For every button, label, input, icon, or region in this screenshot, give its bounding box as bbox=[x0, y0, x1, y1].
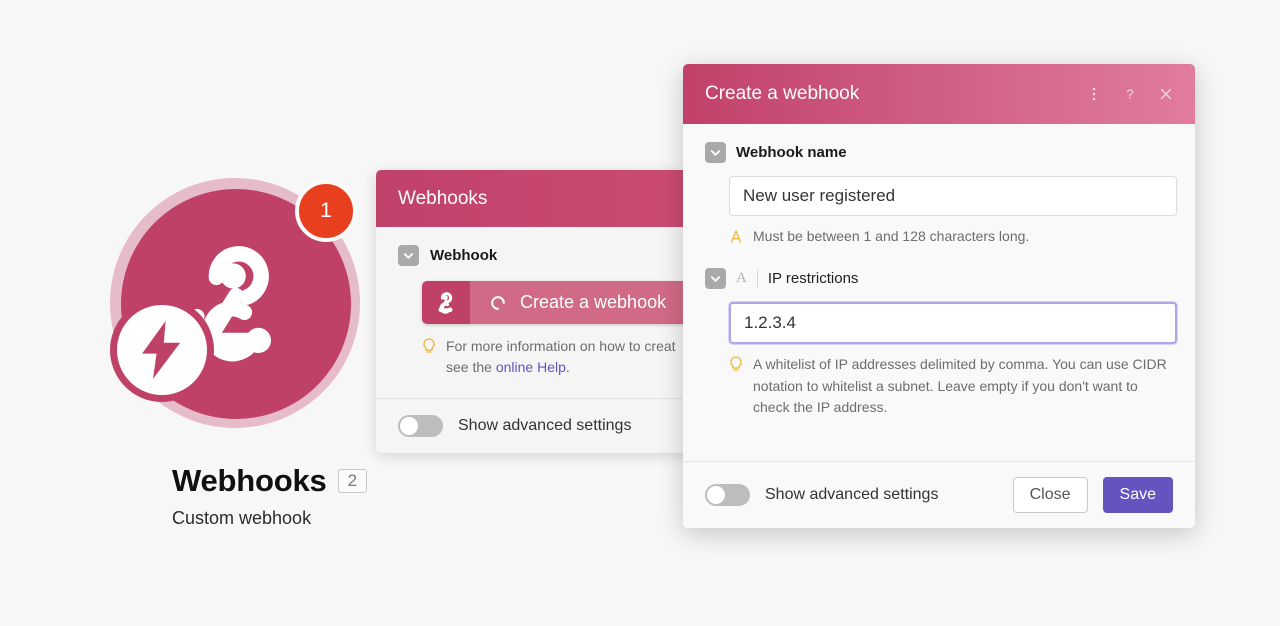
chevron-down-icon bbox=[710, 276, 721, 282]
panel-show-advanced-settings-toggle[interactable] bbox=[398, 415, 443, 437]
text-type-a-icon: A bbox=[736, 270, 747, 286]
field-webhook-name-row: Webhook name bbox=[705, 142, 1173, 163]
screen-root: 1 Webhooks 2 Custom webhook Webhooks Web… bbox=[0, 0, 1280, 626]
kebab-menu-icon[interactable] bbox=[1083, 83, 1105, 105]
notification-count-badge: 1 bbox=[295, 180, 357, 242]
panel-show-advanced-settings-label: Show advanced settings bbox=[458, 417, 632, 434]
dialog-show-advanced-settings-toggle[interactable] bbox=[705, 484, 750, 507]
ip-restrictions-note-text: A whitelist of IP addresses delimited by… bbox=[753, 356, 1167, 416]
webhook-hint-line2-suffix: . bbox=[565, 359, 570, 375]
field-ip-restrictions: A IP restrictions A whitelist of IP addr… bbox=[705, 268, 1177, 419]
help-icon[interactable]: ? bbox=[1119, 83, 1141, 105]
webhook-icon bbox=[438, 291, 453, 314]
save-button[interactable]: Save bbox=[1102, 477, 1173, 514]
dialog-body: Webhook name Must be between 1 and 128 c… bbox=[683, 124, 1195, 462]
field-divider bbox=[756, 270, 758, 287]
lightbulb-icon bbox=[422, 336, 437, 378]
lightning-bolt-icon bbox=[142, 321, 181, 379]
webhook-name-checkbox[interactable] bbox=[705, 142, 726, 163]
webhook-hint-text: For more information on how to creat see… bbox=[446, 336, 676, 378]
close-icon[interactable] bbox=[1155, 83, 1177, 105]
logo-graphic: 1 bbox=[110, 178, 380, 438]
lightbulb-icon bbox=[729, 354, 744, 419]
dialog-header: Create a webhook ? bbox=[683, 64, 1195, 124]
chevron-down-icon bbox=[710, 150, 721, 156]
field-ip-restrictions-row: A IP restrictions bbox=[705, 268, 1173, 289]
create-webhook-button-main[interactable]: Create a webhook bbox=[470, 281, 693, 324]
page-subtitle: Custom webhook bbox=[172, 508, 312, 528]
toggle-knob bbox=[707, 486, 725, 505]
warning-a-icon bbox=[729, 226, 744, 250]
ip-restrictions-input[interactable] bbox=[729, 302, 1177, 344]
create-a-webhook-button[interactable]: Create a webhook bbox=[422, 281, 693, 324]
ip-restrictions-checkbox[interactable] bbox=[705, 268, 726, 289]
create-webhook-button-label: Create a webhook bbox=[520, 292, 667, 312]
online-help-link[interactable]: online Help bbox=[496, 359, 566, 375]
ip-restrictions-note: A whitelist of IP addresses delimited by… bbox=[729, 354, 1173, 419]
refresh-arc-icon bbox=[491, 295, 505, 310]
webhooks-count-badge: 2 bbox=[337, 469, 368, 493]
lightning-bolt-badge bbox=[110, 298, 214, 402]
webhook-section-checkbox[interactable] bbox=[398, 245, 419, 266]
webhook-name-label: Webhook name bbox=[736, 144, 847, 161]
logo-title-row: Webhooks 2 bbox=[172, 463, 368, 499]
webhooks-panel-title: Webhooks bbox=[398, 187, 488, 209]
dialog-footer: Show advanced settings Close Save bbox=[683, 461, 1195, 529]
dialog-header-actions: ? bbox=[1083, 83, 1177, 105]
webhook-name-input[interactable] bbox=[729, 176, 1177, 216]
webhook-section-label: Webhook bbox=[430, 247, 498, 264]
page-title: Webhooks bbox=[172, 463, 327, 498]
dialog-title: Create a webhook bbox=[705, 83, 860, 104]
webhooks-app-logo-block: 1 Webhooks 2 Custom webhook bbox=[110, 178, 380, 528]
webhook-hint-line2-prefix: see the bbox=[446, 359, 496, 375]
chevron-down-icon bbox=[403, 253, 414, 259]
webhook-name-note: Must be between 1 and 128 characters lon… bbox=[729, 226, 1173, 250]
webhook-hint-line1: For more information on how to creat bbox=[446, 338, 676, 354]
dialog-show-advanced-settings-label: Show advanced settings bbox=[765, 486, 939, 504]
ip-restrictions-label: IP restrictions bbox=[767, 270, 859, 287]
close-button[interactable]: Close bbox=[1012, 477, 1088, 514]
svg-text:?: ? bbox=[1126, 87, 1133, 102]
webhook-name-note-text: Must be between 1 and 128 characters lon… bbox=[753, 228, 1030, 244]
create-webhook-dialog: Create a webhook ? Webhook name New user… bbox=[683, 64, 1195, 529]
toggle-knob bbox=[400, 417, 418, 435]
create-webhook-icon-tile bbox=[422, 281, 470, 324]
field-webhook-name: Webhook name Must be between 1 and 128 c… bbox=[705, 142, 1177, 250]
